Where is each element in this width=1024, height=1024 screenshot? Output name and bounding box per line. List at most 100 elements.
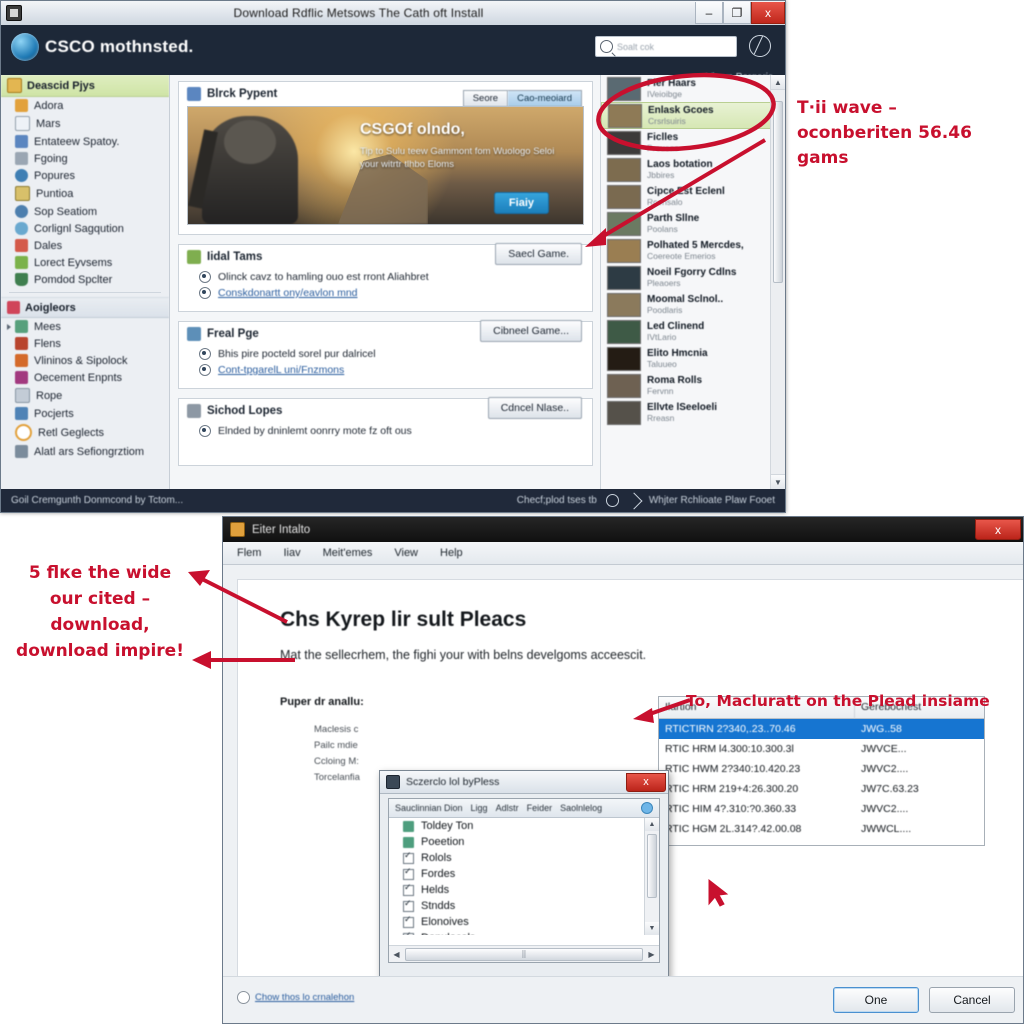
dialog-vertical-scrollbar[interactable]: ▲ ▼: [644, 818, 659, 935]
list-item[interactable]: Roma Rolls Fervnn: [601, 372, 771, 399]
toolbar-item-0[interactable]: Sauclinnian Dion: [395, 803, 463, 813]
segment-seore[interactable]: Seore: [462, 90, 509, 107]
sidebar-item-popures[interactable]: Popures: [1, 167, 169, 184]
close-button[interactable]: x: [751, 2, 785, 24]
minimize-button[interactable]: –: [695, 2, 723, 24]
radio-icon[interactable]: [199, 364, 211, 376]
menu-item-nav[interactable]: Iiav: [283, 547, 300, 559]
sidebar-item-entateew[interactable]: Entateew Spatoy.: [1, 133, 169, 150]
list-item[interactable]: Moomal Sclnol.. Poodlaris: [601, 291, 771, 318]
list-item[interactable]: Donulocals: [403, 930, 645, 935]
sidebar-item-pocjerts[interactable]: Pocjerts: [1, 405, 169, 422]
sidebar-item-corlignl[interactable]: Corlignl Sagqution: [1, 220, 169, 237]
sidebar-item-mees[interactable]: Mees: [1, 318, 169, 335]
maximize-button[interactable]: ❐: [723, 2, 751, 24]
sidebar-item-puntioa[interactable]: Puntioa: [1, 184, 169, 203]
scroll-up-icon[interactable]: ▲: [645, 818, 659, 831]
scroll-down-icon[interactable]: ▼: [771, 474, 785, 489]
select-game-button[interactable]: Saecl Game.: [495, 243, 582, 265]
panel3-option-row[interactable]: Bhis pire pocteld sorel pur dalricel: [179, 346, 592, 362]
sidebar-item-adora[interactable]: Adora: [1, 97, 169, 114]
list-item[interactable]: Laos botation Jbbires: [601, 156, 771, 183]
scrollbar-thumb[interactable]: [773, 101, 783, 283]
list-item[interactable]: Toldey Ton: [403, 818, 645, 834]
table-row[interactable]: RTICTIRN 2?340,.23..70.46 JWG..58: [659, 719, 984, 739]
scroll-right-icon[interactable]: ▶: [644, 950, 659, 959]
list-item[interactable]: Cipce Est Eclenl Rcensalo: [601, 183, 771, 210]
list-item[interactable]: Fier Haars IVeioibge: [601, 75, 771, 102]
scrollbar-thumb[interactable]: ⣿: [405, 947, 643, 961]
results-table[interactable]: Ilartion Gerebocnest RTICTIRN 2?340,.23.…: [658, 696, 985, 846]
list-item[interactable]: Elito Hmcnia Taluueo: [601, 345, 771, 372]
list-item[interactable]: Fordes: [403, 866, 645, 882]
scroll-up-icon[interactable]: ▲: [771, 75, 785, 90]
radio-icon[interactable]: [199, 287, 211, 299]
list-item[interactable]: Parth Sllne Poolans: [601, 210, 771, 237]
sidebar-item-lorect[interactable]: Lorect Eyvsems: [1, 254, 169, 271]
table-row[interactable]: RTIC HRM l4.300:10.300.3l JWVCE...: [659, 739, 984, 759]
list-item[interactable]: Led Clinend IVtLario: [601, 318, 771, 345]
list-item[interactable]: Enlask Gcoes Crsrlsuiris: [601, 102, 771, 129]
panel2-link-row[interactable]: Conskdonartt ony/eavlon mnd: [179, 285, 592, 301]
toolbar-item-3[interactable]: Feider: [527, 803, 553, 813]
checkbox-icon[interactable]: [403, 882, 414, 896]
vertical-scrollbar[interactable]: ▲ ▼: [770, 75, 785, 489]
banner-play-button[interactable]: Fiaiy: [493, 192, 549, 214]
footer-checkbox-group[interactable]: Chow thos lo crnalehon: [237, 991, 354, 1004]
checkbox-icon[interactable]: [403, 866, 414, 880]
footer-link[interactable]: Chow thos lo crnalehon: [255, 992, 354, 1003]
sidebar-item-pomdod[interactable]: Pomdod Spclter: [1, 271, 169, 288]
radio-icon[interactable]: [199, 348, 211, 360]
search-input[interactable]: Soalt cok: [595, 36, 737, 57]
toolbar-item-1[interactable]: Ligg: [471, 803, 488, 813]
sidebar-item-mars[interactable]: Mars: [1, 114, 169, 133]
sidebar-group-header-1[interactable]: Deascid Pjys: [1, 75, 169, 97]
ok-button[interactable]: One: [833, 987, 919, 1013]
cancel-button[interactable]: Cancel: [929, 987, 1015, 1013]
checkbox-icon[interactable]: [403, 914, 414, 928]
menu-item-help[interactable]: Help: [440, 547, 463, 559]
toolbar-item-4[interactable]: Saolnlelog: [560, 803, 602, 813]
table-row[interactable]: RTIC HRM 219+4:26.300.20 JW7C.63.23: [659, 779, 984, 799]
sidebar-item-settings[interactable]: Alatl ars Sefiongrztiom: [1, 443, 169, 460]
dialog-horizontal-scrollbar[interactable]: ◀ ⣿ ▶: [389, 945, 659, 962]
panel2-option-row[interactable]: Olinck cavz to hamling ouo est rront Ali…: [179, 269, 592, 285]
globe-icon[interactable]: [749, 35, 771, 57]
scrollbar-thumb[interactable]: [647, 834, 657, 898]
sidebar-item-retl-geglects[interactable]: Retl Geglects: [1, 422, 169, 443]
sidebar-item-oecement[interactable]: Oecement Enpnts: [1, 369, 169, 386]
panel2-link[interactable]: Conskdonartt ony/eavlon mnd: [218, 287, 358, 299]
list-item[interactable]: Rolols: [403, 850, 645, 866]
sidebar-item-vlininos[interactable]: Vlininos & Sipolock: [1, 352, 169, 369]
sidebar-item-fgoing[interactable]: Fgoing: [1, 150, 169, 167]
menu-item-view[interactable]: View: [394, 547, 418, 559]
checkbox-icon[interactable]: [403, 850, 414, 864]
panel3-link[interactable]: Cont-tpgarelL uni/Fnzmons: [218, 364, 344, 376]
list-item[interactable]: Noeil Fgorry Cdlns Pleaoers: [601, 264, 771, 291]
segment-recommended[interactable]: Cao-meoiard: [508, 90, 582, 107]
sidebar-item-sop-seatiom[interactable]: Sop Seatiom: [1, 203, 169, 220]
panel3-link-row[interactable]: Cont-tpgarelL uni/Fnzmons: [179, 362, 592, 378]
info-icon[interactable]: [641, 802, 653, 814]
table-row[interactable]: RTIC HGM 2L.314?.42.00.08 JWWCL....: [659, 819, 984, 839]
menu-item-items[interactable]: Meit'emes: [323, 547, 373, 559]
dialog-close-button[interactable]: x: [626, 772, 666, 792]
list-item[interactable]: Elonoives: [403, 914, 645, 930]
list-item[interactable]: Stndds: [403, 898, 645, 914]
chevron-right-icon[interactable]: [7, 323, 11, 330]
scroll-left-icon[interactable]: ◀: [389, 950, 404, 959]
checkbox-icon[interactable]: [403, 930, 414, 935]
radio-icon[interactable]: [199, 425, 211, 437]
menu-item-file[interactable]: Flem: [237, 547, 261, 559]
sidebar-item-dales[interactable]: Dales: [1, 237, 169, 254]
promo-banner[interactable]: CSGOf olndo, Tip to Sulu teew Gammont fo…: [187, 106, 584, 225]
checkbox-icon[interactable]: [403, 898, 414, 912]
checkbox-icon[interactable]: [237, 991, 250, 1004]
panel4-option-row[interactable]: Elnded by dninlemt oonrry mote fz oft ou…: [179, 423, 592, 439]
sidebar-group-header-2[interactable]: Aoigleors: [1, 297, 169, 318]
scroll-down-icon[interactable]: ▼: [645, 922, 659, 935]
sidebar-item-rope[interactable]: Rope: [1, 386, 169, 405]
list-item[interactable]: Helds: [403, 882, 645, 898]
cibneel-game-button[interactable]: Cibneel Game...: [480, 320, 582, 342]
close-button[interactable]: x: [975, 519, 1021, 540]
